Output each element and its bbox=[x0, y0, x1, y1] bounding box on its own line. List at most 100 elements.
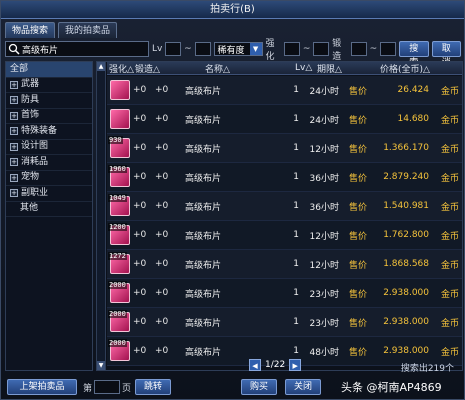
rarity-value: 稀有度 bbox=[217, 45, 245, 56]
category-weapon[interactable]: + 武器 bbox=[6, 78, 92, 93]
category-label: 副职业 bbox=[21, 187, 49, 198]
item-slot[interactable]: 930 bbox=[107, 136, 133, 160]
category-label: 消耗品 bbox=[21, 156, 49, 167]
row-enhance: +0 bbox=[133, 259, 147, 269]
enhance-min-field[interactable] bbox=[284, 42, 300, 56]
item-slot[interactable]: 1960 bbox=[107, 165, 133, 189]
row-unit: 金币 bbox=[440, 115, 459, 126]
table-row[interactable]: 930 +0 +0 高级布片 1 12小时 售价 1.366.170 金币 bbox=[107, 134, 462, 163]
table-row[interactable]: 1272 +0 +0 高级布片 1 12小时 售价 1.868.568 金币 bbox=[107, 250, 462, 279]
rarity-select[interactable]: 稀有度 ▼ bbox=[213, 42, 263, 56]
cloth-item-icon bbox=[110, 109, 130, 129]
search-button[interactable]: 搜索 bbox=[398, 41, 429, 68]
row-name: 高级布片 bbox=[185, 173, 222, 184]
forge-min-field[interactable] bbox=[350, 42, 367, 56]
row-price: 26.424 bbox=[397, 85, 430, 95]
col-name-header[interactable]: 名称△ bbox=[205, 62, 295, 75]
auction-window: 拍卖行(B) 物品搜索 我的拍卖品 Lv ~ 稀有度 ▼ 强化 ~ 锻造 ~ 搜… bbox=[0, 0, 465, 400]
row-enhance: +0 bbox=[133, 85, 147, 95]
expand-plus-icon[interactable]: + bbox=[10, 127, 18, 136]
category-other[interactable]: 其他 bbox=[6, 202, 92, 217]
row-time: 24小时 bbox=[309, 115, 339, 126]
col-forge-header[interactable]: 锻造△ bbox=[135, 62, 205, 75]
expand-plus-icon[interactable]: + bbox=[10, 158, 18, 167]
row-time: 12小时 bbox=[309, 260, 339, 271]
expand-plus-icon[interactable]: + bbox=[10, 96, 18, 105]
page-jump-group: 第 页 bbox=[83, 380, 131, 394]
table-row[interactable]: 2000 +0 +0 高级布片 1 23小时 售价 2.938.000 金币 bbox=[107, 279, 462, 308]
enhance-max-field[interactable] bbox=[313, 42, 330, 56]
row-lv: 1 bbox=[293, 114, 299, 124]
col-enhance-header[interactable]: 强化△ bbox=[107, 62, 135, 75]
category-blueprint[interactable]: + 设计图 bbox=[6, 140, 92, 155]
enhance-label: 强化 bbox=[265, 39, 275, 62]
expand-plus-icon[interactable]: + bbox=[10, 142, 18, 151]
category-armor[interactable]: + 防具 bbox=[6, 93, 92, 109]
expand-plus-icon[interactable]: + bbox=[10, 173, 18, 182]
results-scrollbar[interactable]: ▲ ▼ bbox=[97, 62, 106, 370]
row-enhance: +0 bbox=[133, 114, 147, 124]
tab-my-auctions[interactable]: 我的拍卖品 bbox=[58, 22, 118, 38]
level-max-field[interactable] bbox=[194, 42, 211, 56]
next-page-icon[interactable]: ▶ bbox=[289, 359, 302, 371]
item-slot[interactable] bbox=[107, 78, 133, 102]
forge-tilde: ~ bbox=[369, 44, 378, 54]
item-slot[interactable] bbox=[107, 107, 133, 131]
expand-plus-icon[interactable]: + bbox=[10, 80, 18, 89]
page-number-input[interactable] bbox=[94, 380, 121, 394]
cancel-button[interactable]: 取消 bbox=[431, 41, 462, 68]
watermark-text: 头条 @柯南AP4869 bbox=[341, 381, 442, 394]
table-row[interactable]: +0 +0 高级布片 1 24小时 售价 26.424 金币 bbox=[107, 76, 462, 105]
table-row[interactable]: 1049 +0 +0 高级布片 1 36小时 售价 1.540.981 金币 bbox=[107, 192, 462, 221]
category-all[interactable]: 全部 bbox=[6, 62, 92, 78]
tab-item-search[interactable]: 物品搜索 bbox=[5, 22, 56, 38]
level-min-field[interactable] bbox=[165, 42, 182, 56]
row-lv: 1 bbox=[293, 259, 299, 269]
row-lv: 1 bbox=[293, 201, 299, 211]
row-enhance: +0 bbox=[133, 201, 147, 211]
col-price-header[interactable]: 价格(全币)△ bbox=[355, 62, 455, 75]
expand-plus-icon[interactable]: + bbox=[10, 189, 18, 198]
forge-max-field[interactable] bbox=[380, 42, 396, 56]
row-sell-label: 售价 bbox=[348, 318, 367, 329]
col-time-header[interactable]: 期限△ bbox=[317, 62, 355, 75]
scroll-down-icon[interactable]: ▼ bbox=[97, 361, 105, 370]
row-forge: +0 bbox=[155, 346, 169, 356]
category-special-gear[interactable]: + 特殊装备 bbox=[6, 124, 92, 140]
scroll-up-icon[interactable]: ▲ bbox=[97, 62, 105, 71]
table-row[interactable]: +0 +0 高级布片 1 24小时 售价 14.680 金币 bbox=[107, 105, 462, 134]
row-sell-label: 售价 bbox=[348, 144, 367, 155]
row-price: 2.938.000 bbox=[383, 317, 429, 327]
item-slot[interactable]: 2000 bbox=[107, 339, 133, 363]
expand-plus-icon[interactable]: + bbox=[10, 111, 18, 120]
row-time: 36小时 bbox=[309, 173, 339, 184]
row-name: 高级布片 bbox=[185, 318, 222, 329]
category-consumable[interactable]: + 消耗品 bbox=[6, 155, 92, 171]
close-button[interactable]: 关闭 bbox=[285, 379, 321, 395]
item-slot[interactable]: 2000 bbox=[107, 310, 133, 334]
category-label: 首饰 bbox=[21, 110, 40, 121]
table-row[interactable]: 1200 +0 +0 高级布片 1 12小时 售价 1.762.800 金币 bbox=[107, 221, 462, 250]
table-row[interactable]: 1960 +0 +0 高级布片 1 36小时 售价 2.879.240 金币 bbox=[107, 163, 462, 192]
item-slot[interactable]: 1200 bbox=[107, 223, 133, 247]
row-time: 12小时 bbox=[309, 144, 339, 155]
row-enhance: +0 bbox=[133, 230, 147, 240]
list-item-button[interactable]: 上架拍卖品 bbox=[7, 379, 77, 395]
item-slot[interactable]: 2000 bbox=[107, 281, 133, 305]
category-jewelry[interactable]: + 首饰 bbox=[6, 109, 92, 124]
prev-page-icon[interactable]: ◀ bbox=[249, 359, 261, 371]
buy-button[interactable]: 购买 bbox=[241, 379, 277, 395]
col-lv-header[interactable]: Lv△ bbox=[295, 63, 317, 73]
category-pet[interactable]: + 宠物 bbox=[6, 171, 92, 186]
row-unit: 金币 bbox=[440, 347, 459, 358]
search-input[interactable] bbox=[20, 42, 148, 56]
item-quantity: 1960 bbox=[108, 165, 127, 173]
row-time: 23小时 bbox=[309, 318, 339, 329]
level-label: Lv bbox=[152, 44, 163, 54]
item-slot[interactable]: 1049 bbox=[107, 194, 133, 218]
jump-button[interactable]: 跳转 bbox=[135, 379, 171, 395]
table-row[interactable]: 2000 +0 +0 高级布片 1 23小时 售价 2.938.000 金币 bbox=[107, 308, 462, 337]
row-name: 高级布片 bbox=[185, 289, 222, 300]
item-slot[interactable]: 1272 bbox=[107, 252, 133, 276]
category-subclass[interactable]: + 副职业 bbox=[6, 186, 92, 202]
